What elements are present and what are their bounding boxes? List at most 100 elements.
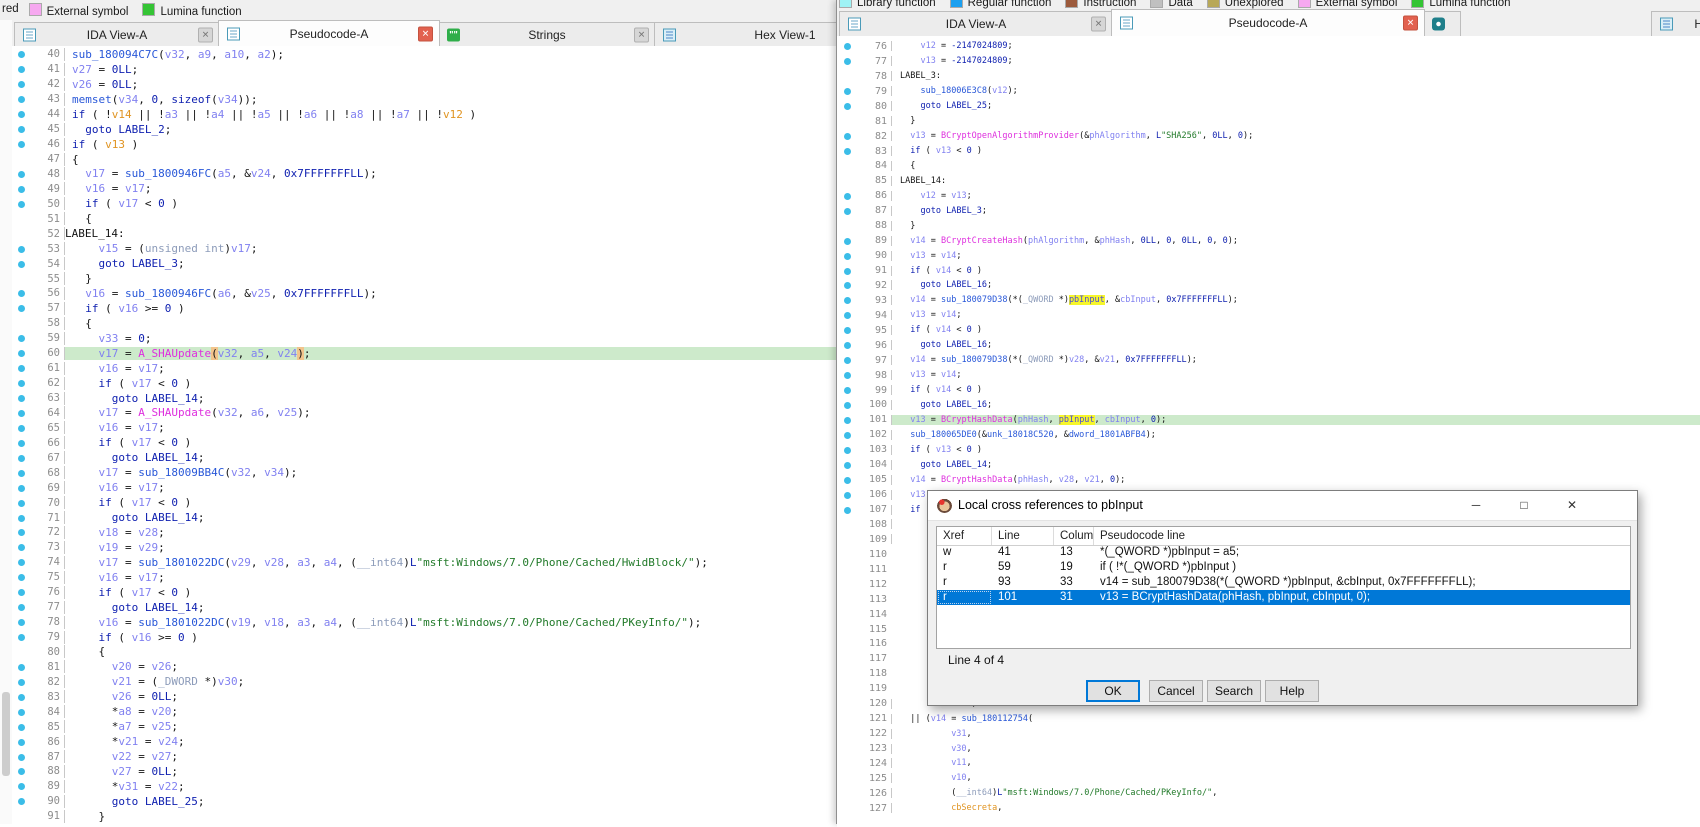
code-line[interactable]: 65 v16 = v17; [12,420,836,435]
code-line[interactable]: 105 v14 = BCryptHashData(phHash, v28, v2… [837,472,1700,487]
column-header-pseudocode-line[interactable]: Pseudocode line [1094,527,1630,545]
pseudocode-pane-right[interactable]: 76 v12 = -2147024809;77 v13 = -214702480… [837,36,1700,827]
code-line[interactable]: 124 v11, [837,756,1700,771]
code-line[interactable]: 56 v16 = sub_1800946FC(a6, &v25, 0x7FFFF… [12,286,836,301]
column-header-xref[interactable]: Xref [937,527,992,545]
table-row[interactable]: w4113*(_QWORD *)pbInput = a5; [937,545,1630,560]
code-line[interactable]: 74 v17 = sub_1801022DC(v29, v28, a3, a4,… [12,555,836,570]
maximize-icon[interactable]: □ [1503,491,1545,519]
code-line[interactable]: 48 v17 = sub_1800946FC(a5, &v24, 0x7FFFF… [12,167,836,182]
code-line[interactable]: 60 v17 = A_SHAUpdate(v32, a5, v24); [12,346,836,361]
tab-pseudocode-a[interactable]: Pseudocode-A✕ [218,20,440,46]
table-row[interactable]: r9333v14 = sub_180079D38(*(_QWORD *)pbIn… [937,575,1630,590]
code-line[interactable]: 83 v26 = 0LL; [12,689,836,704]
code-line[interactable]: 55 } [12,271,836,286]
code-line[interactable]: 83 if ( v13 < 0 ) [837,144,1700,159]
code-line[interactable]: 91 if ( v14 < 0 ) [837,263,1700,278]
code-line[interactable]: 78LABEL_3: [837,69,1700,84]
xref-table[interactable]: XrefLineColumnPseudocode linew4113*(_QWO… [936,526,1631,649]
code-line[interactable]: 86 *v21 = v24; [12,734,836,749]
code-line[interactable]: 77 v13 = -2147024809; [837,54,1700,69]
code-line[interactable]: 87 goto LABEL_3; [837,203,1700,218]
code-line[interactable]: 82 v13 = BCryptOpenAlgorithmProvider(&ph… [837,129,1700,144]
code-line[interactable]: 44if ( !v14 || !a3 || !a4 || !a5 || !a6 … [12,107,836,122]
code-line[interactable]: 76 v12 = -2147024809; [837,39,1700,54]
code-line[interactable]: 98 v13 = v14; [837,368,1700,383]
tab-close-icon[interactable]: ✕ [1403,16,1418,31]
code-line[interactable]: 100 goto LABEL_16; [837,398,1700,413]
code-line[interactable]: 96 goto LABEL_16; [837,338,1700,353]
table-row[interactable]: r5919if ( !*(_QWORD *)pbInput ) [937,560,1630,575]
tab-close-icon[interactable]: ✕ [634,27,649,42]
code-line[interactable]: 90 goto LABEL_25; [12,794,836,809]
code-line[interactable]: 88 } [837,218,1700,233]
code-line[interactable]: 77 goto LABEL_14; [12,600,836,615]
close-icon[interactable]: ✕ [1551,491,1593,519]
tab-strings[interactable]: ""Strings✕ [438,22,656,46]
code-line[interactable]: 59 v33 = 0; [12,331,836,346]
code-line[interactable]: 64 v17 = A_SHAUpdate(v32, a6, v25); [12,406,836,421]
tab-eye-icon[interactable] [1423,11,1461,36]
search-button[interactable]: Search [1207,680,1261,702]
code-line[interactable]: 73 v19 = v29; [12,540,836,555]
code-line[interactable]: 47{ [12,152,836,167]
code-line[interactable]: 67 goto LABEL_14; [12,450,836,465]
tab-ida-view-a[interactable]: IDA View-A✕ [14,22,220,46]
code-line[interactable]: 51 { [12,211,836,226]
code-line[interactable]: 86 v12 = v13; [837,188,1700,203]
code-line[interactable]: 68 v17 = sub_18009BB4C(v32, v34); [12,465,836,480]
code-line[interactable]: 88 v27 = 0LL; [12,764,836,779]
code-line[interactable]: 89 v14 = BCryptCreateHash(phAlgorithm, &… [837,233,1700,248]
code-line[interactable]: 126 (__int64)L"msft:Windows/7.0/Phone/Ca… [837,786,1700,801]
code-line[interactable]: 42v26 = 0LL; [12,77,836,92]
code-line[interactable]: 84 { [837,159,1700,174]
code-line[interactable]: 70 if ( v17 < 0 ) [12,495,836,510]
code-line[interactable]: 52LABEL_14: [12,226,836,241]
code-line[interactable]: 81 } [837,114,1700,129]
tab-ida-view-a[interactable]: IDA View-A✕ [839,11,1113,36]
code-line[interactable]: 123 v30, [837,741,1700,756]
table-row[interactable]: r10131v13 = BCryptHashData(phHash, pbInp… [937,590,1630,605]
code-line[interactable]: 97 v14 = sub_180079D38(*(_QWORD *)v28, &… [837,353,1700,368]
code-line[interactable]: 45 goto LABEL_2; [12,122,836,137]
code-line[interactable]: 95 if ( v14 < 0 ) [837,323,1700,338]
code-line[interactable]: 75 v16 = v17; [12,570,836,585]
tab-close-icon[interactable]: ✕ [198,27,213,42]
code-line[interactable]: 61 v16 = v17; [12,361,836,376]
code-line[interactable]: 78 v16 = sub_1801022DC(v19, v18, a3, a4,… [12,615,836,630]
code-line[interactable]: 63 goto LABEL_14; [12,391,836,406]
code-line[interactable]: 91 } [12,809,836,824]
minimize-icon[interactable]: ─ [1455,491,1497,519]
strip-scrollbar-thumb[interactable] [2,692,10,776]
code-line[interactable]: 85 *a7 = v25; [12,719,836,734]
code-line[interactable]: 90 v13 = v14; [837,248,1700,263]
tab-close-icon[interactable]: ✕ [1091,17,1106,32]
code-line[interactable]: 40sub_180094C7C(v32, a9, a10, a2); [12,47,836,62]
code-line[interactable]: 79 if ( v16 >= 0 ) [12,630,836,645]
code-line[interactable]: 94 v13 = v14; [837,308,1700,323]
dialog-titlebar[interactable]: Local cross references to pbInput ─ □ ✕ [928,491,1637,521]
column-header-column[interactable]: Column [1054,527,1094,545]
code-line[interactable]: 80 { [12,645,836,660]
code-line[interactable]: 53 v15 = (unsigned int)v17; [12,241,836,256]
code-line[interactable]: 93 v14 = sub_180079D38(*(_QWORD *)pbInpu… [837,293,1700,308]
tab-hex-vi[interactable]: Hex Vi [1651,11,1700,36]
code-line[interactable]: 71 goto LABEL_14; [12,510,836,525]
cancel-button[interactable]: Cancel [1149,680,1203,702]
code-line[interactable]: 69 v16 = v17; [12,480,836,495]
code-line[interactable]: 121 || (v14 = sub_180112754( [837,711,1700,726]
code-line[interactable]: 102 sub_180065DE0(&unk_18018C520, &dword… [837,427,1700,442]
code-line[interactable]: 41v27 = 0LL; [12,62,836,77]
code-line[interactable]: 122 v31, [837,726,1700,741]
code-line[interactable]: 66 if ( v17 < 0 ) [12,435,836,450]
tab-pseudocode-a[interactable]: Pseudocode-A✕ [1111,9,1425,36]
ok-button[interactable]: OK [1086,680,1140,702]
column-header-line[interactable]: Line [992,527,1054,545]
code-line[interactable]: 89 *v31 = v22; [12,779,836,794]
code-line[interactable]: 103 if ( v13 < 0 ) [837,442,1700,457]
code-line[interactable]: 127 cbSecreta, [837,801,1700,816]
code-line[interactable]: 84 *a8 = v20; [12,704,836,719]
code-line[interactable]: 57 if ( v16 >= 0 ) [12,301,836,316]
code-line[interactable]: 87 v22 = v27; [12,749,836,764]
code-line[interactable]: 46if ( v13 ) [12,137,836,152]
